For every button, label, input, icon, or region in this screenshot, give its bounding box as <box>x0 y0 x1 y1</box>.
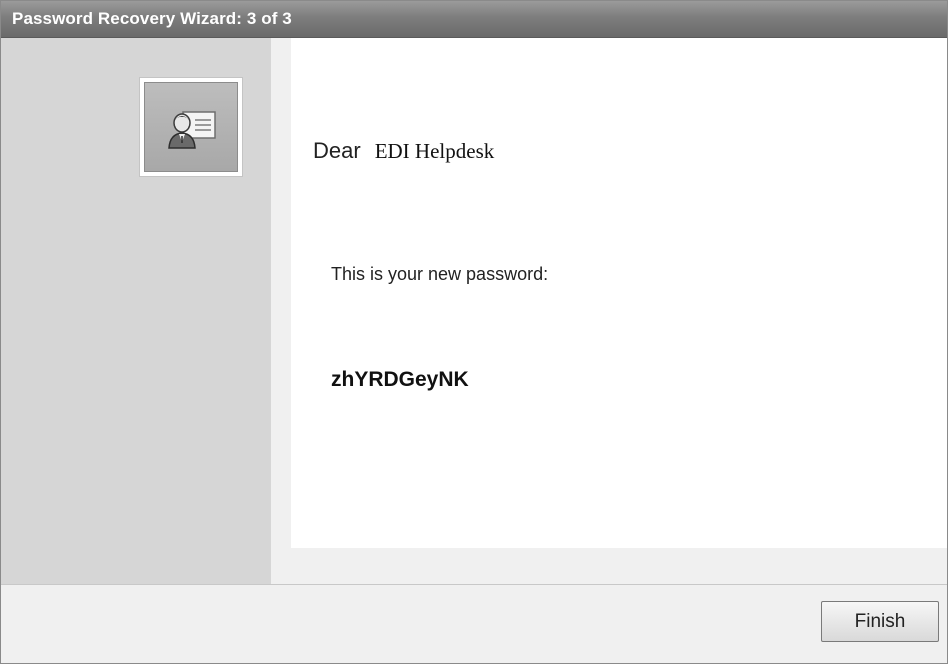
new-password-message: This is your new password: <box>331 264 549 284</box>
wizard-sidebar <box>1 38 271 584</box>
greeting: Dear EDI Helpdesk <box>313 138 494 164</box>
wizard-content: Dear EDI Helpdesk This is your new passwo… <box>291 38 947 548</box>
recipient-name: EDI Helpdesk <box>374 139 495 163</box>
user-card-icon-frame <box>139 77 243 177</box>
new-password-value: zhYRDGeyNK <box>331 368 469 391</box>
window-title: Password Recovery Wizard: 3 of 3 <box>12 9 292 28</box>
user-card-icon <box>144 82 238 172</box>
title-bar: Password Recovery Wizard: 3 of 3 <box>1 1 947 38</box>
password-recovery-wizard-window: Password Recovery Wizard: 3 of 3 Dear ED… <box>0 0 948 664</box>
greeting-label: Dear <box>313 138 361 163</box>
wizard-footer: Finish <box>1 584 947 663</box>
finish-button[interactable]: Finish <box>821 601 939 642</box>
